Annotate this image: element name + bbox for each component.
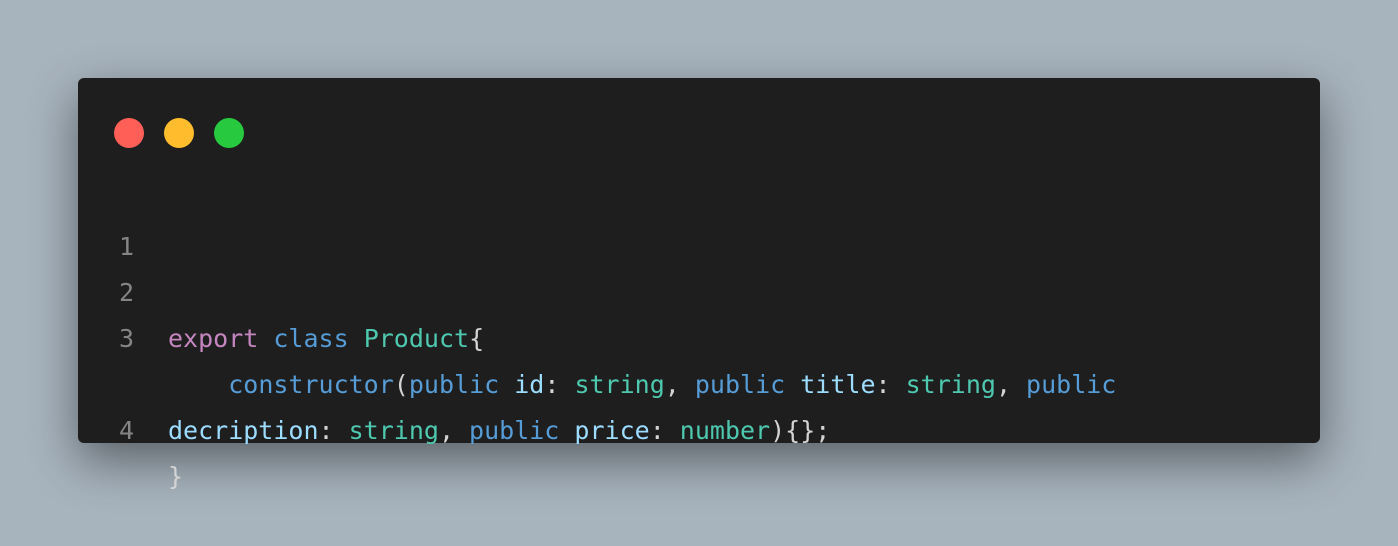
- code-token: string: [348, 416, 439, 445]
- code-line: 4 }: [78, 362, 1320, 491]
- line-content: decription: string, public price: number…: [168, 408, 830, 454]
- line-content: }: [168, 454, 183, 500]
- code-line: 3 constructor(public id: string, public …: [78, 270, 1320, 399]
- window-controls: [114, 118, 264, 148]
- code-window: 1 2 export class Product{ 3 constructor(…: [78, 78, 1320, 491]
- code-token: ,: [438, 416, 470, 445]
- code-token: ){};: [770, 416, 831, 445]
- code-token: number: [679, 416, 771, 445]
- code-line: 2 export class Product{: [78, 224, 1320, 353]
- code-token: :: [649, 416, 680, 445]
- code-line-wrapped: decription: string, public price: number…: [78, 316, 1320, 445]
- code-token: }: [168, 462, 184, 491]
- code-line: 1: [78, 178, 1320, 261]
- code-token: decription: [168, 416, 319, 445]
- code-block: 1 2 export class Product{ 3 constructor(…: [78, 178, 1320, 491]
- code-token: :: [318, 416, 349, 445]
- code-token: public: [469, 416, 560, 445]
- minimize-button[interactable]: [164, 118, 194, 148]
- close-button[interactable]: [114, 118, 144, 148]
- code-token: price: [574, 416, 650, 445]
- maximize-button[interactable]: [214, 118, 244, 148]
- line-number: 4: [118, 416, 134, 445]
